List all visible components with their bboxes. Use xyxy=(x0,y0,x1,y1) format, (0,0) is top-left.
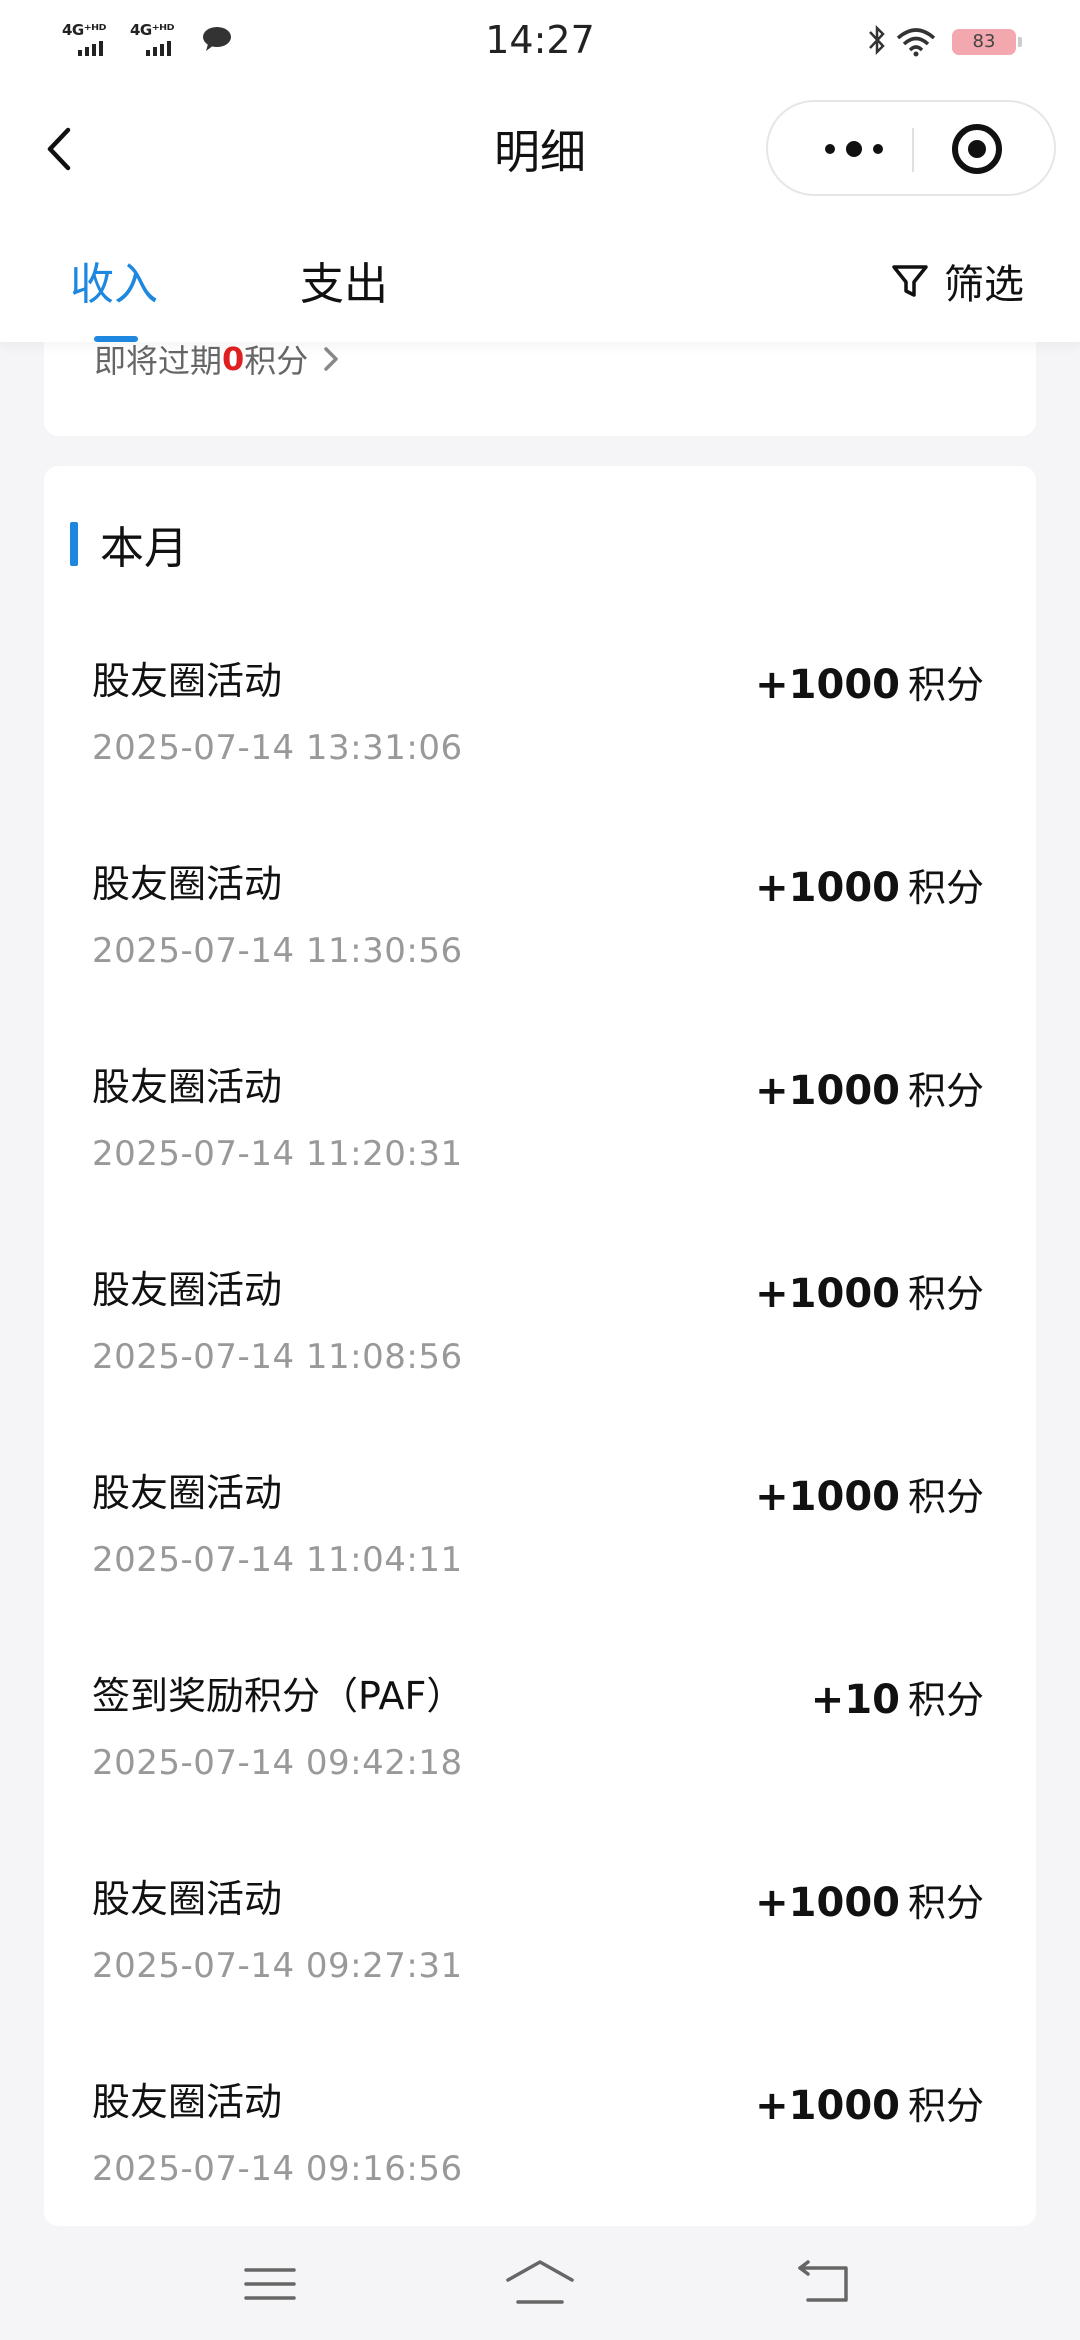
record-time: 2025-07-14 09:27:31 xyxy=(92,1946,463,1986)
amount-unit: 积分 xyxy=(907,663,984,707)
record-amount: +1000 积分 xyxy=(755,654,984,709)
filter-button[interactable]: 筛选 xyxy=(890,252,1024,310)
record-name: 签到奖励积分（PAF） xyxy=(92,1674,465,1718)
amount-unit: 积分 xyxy=(907,1475,984,1519)
amount-value: +1000 xyxy=(755,1068,900,1114)
chevron-right-icon xyxy=(324,347,339,371)
amount-unit: 积分 xyxy=(907,1678,984,1722)
record-time: 2025-07-14 13:31:06 xyxy=(92,728,463,768)
record-time: 2025-07-14 11:20:31 xyxy=(92,1134,463,1174)
more-icon[interactable] xyxy=(806,120,906,178)
nav-bar: 明细 xyxy=(0,86,1080,212)
expire-prefix: 即将过期 xyxy=(94,342,223,380)
list-item[interactable]: 股友圈活动 2025-07-14 11:30:56 +1000 积分 xyxy=(44,853,1036,1056)
wifi-icon xyxy=(896,28,936,57)
records-card: 本月 股友圈活动 2025-07-14 13:31:06 +1000 积分 股友… xyxy=(44,466,1036,2226)
filter-icon xyxy=(892,265,928,297)
record-amount: +1000 积分 xyxy=(755,1060,984,1115)
active-tab-indicator xyxy=(94,336,138,342)
record-time: 2025-07-14 09:16:56 xyxy=(92,2149,463,2189)
list-item[interactable]: 股友圈活动 2025-07-14 09:16:56 +1000 积分 xyxy=(44,2071,1036,2226)
status-bar: 4G⁺ᴴᴰ 4G⁺ᴴᴰ 14:27 83 xyxy=(0,0,1080,86)
amount-value: +1000 xyxy=(755,1880,900,1926)
record-time: 2025-07-14 11:30:56 xyxy=(92,931,463,971)
section-title: 本月 xyxy=(100,523,188,574)
expiring-points-link[interactable]: 即将过期 0 积分 xyxy=(94,336,340,382)
list-item[interactable]: 股友圈活动 2025-07-14 11:08:56 +1000 积分 xyxy=(44,1259,1036,1462)
record-amount: +1000 积分 xyxy=(755,2075,984,2130)
tab-bar: 收入 支出 筛选 xyxy=(0,212,1080,342)
list-item[interactable]: 股友圈活动 2025-07-14 11:20:31 +1000 积分 xyxy=(44,1056,1036,1259)
tab-income[interactable]: 收入 xyxy=(70,248,158,312)
record-time: 2025-07-14 11:08:56 xyxy=(92,1337,463,1377)
menu-icon[interactable] xyxy=(240,2254,300,2314)
amount-unit: 积分 xyxy=(907,1881,984,1925)
amount-value: +10 xyxy=(810,1677,900,1723)
bluetooth-icon xyxy=(869,24,885,56)
list-item[interactable]: 股友圈活动 2025-07-14 09:27:31 +1000 积分 xyxy=(44,1868,1036,2071)
list-item[interactable]: 股友圈活动 2025-07-14 11:04:11 +1000 积分 xyxy=(44,1462,1036,1665)
home-icon[interactable] xyxy=(504,2254,576,2314)
target-icon[interactable] xyxy=(940,120,1014,178)
record-amount: +10 积分 xyxy=(811,1669,984,1724)
return-icon[interactable] xyxy=(794,2254,854,2314)
amount-unit: 积分 xyxy=(907,1272,984,1316)
record-name: 股友圈活动 xyxy=(92,2080,283,2124)
record-time: 2025-07-14 11:04:11 xyxy=(92,1540,463,1580)
record-amount: +1000 积分 xyxy=(755,1466,984,1521)
system-nav-bar xyxy=(0,2226,1080,2340)
section-header: 本月 xyxy=(70,512,188,576)
record-name: 股友圈活动 xyxy=(92,862,283,906)
record-time: 2025-07-14 09:42:18 xyxy=(92,1743,463,1783)
record-name: 股友圈活动 xyxy=(92,659,283,703)
mini-program-capsule xyxy=(766,100,1056,196)
filter-label: 筛选 xyxy=(944,262,1024,308)
expire-count: 0 xyxy=(222,340,245,378)
list-item[interactable]: 股友圈活动 2025-07-14 13:31:06 +1000 积分 xyxy=(44,650,1036,853)
amount-value: +1000 xyxy=(755,2083,900,2129)
record-amount: +1000 积分 xyxy=(755,857,984,912)
expire-suffix: 积分 xyxy=(244,342,309,380)
amount-value: +1000 xyxy=(755,662,900,708)
record-amount: +1000 积分 xyxy=(755,1872,984,1927)
record-name: 股友圈活动 xyxy=(92,1065,283,1109)
amount-unit: 积分 xyxy=(907,2084,984,2128)
record-name: 股友圈活动 xyxy=(92,1877,283,1921)
list-item[interactable]: 签到奖励积分（PAF） 2025-07-14 09:42:18 +10 积分 xyxy=(44,1665,1036,1868)
amount-value: +1000 xyxy=(755,1474,900,1520)
amount-value: +1000 xyxy=(755,865,900,911)
amount-value: +1000 xyxy=(755,1271,900,1317)
tab-expense[interactable]: 支出 xyxy=(300,248,388,312)
battery-icon: 83 xyxy=(952,29,1022,55)
record-name: 股友圈活动 xyxy=(92,1268,283,1312)
capsule-divider xyxy=(912,128,914,172)
record-name: 股友圈活动 xyxy=(92,1471,283,1515)
record-amount: +1000 积分 xyxy=(755,1263,984,1318)
section-accent-bar xyxy=(70,522,78,566)
amount-unit: 积分 xyxy=(907,866,984,910)
amount-unit: 积分 xyxy=(907,1069,984,1113)
